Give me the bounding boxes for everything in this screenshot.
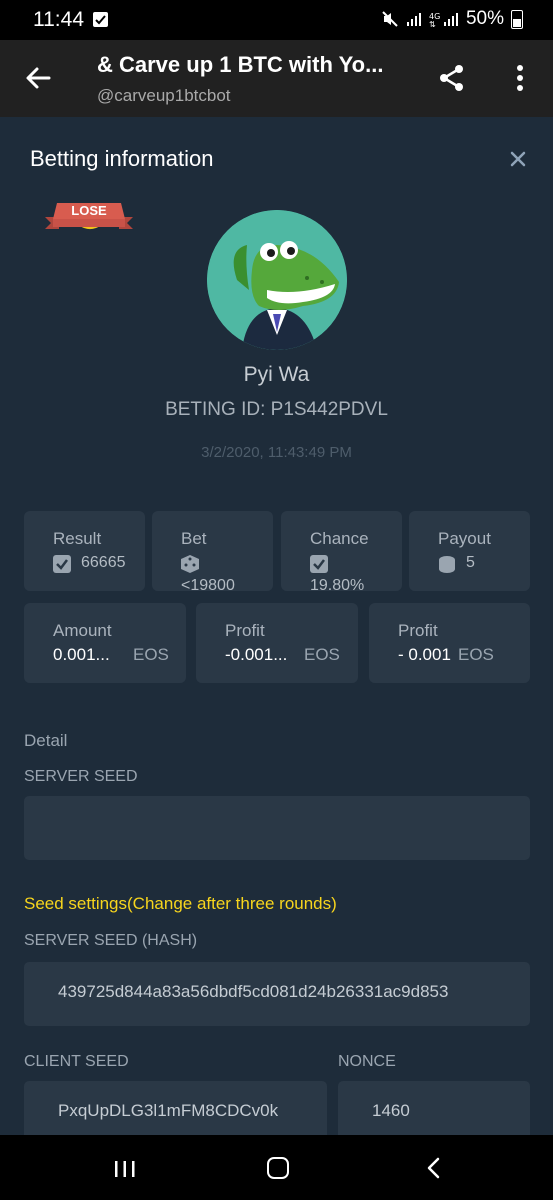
bet-label: Bet [181,529,207,548]
lose-badge: LOSE [45,203,133,241]
nav-back-icon[interactable] [425,1157,441,1179]
profit-label-2: Profit [398,621,438,640]
share-icon[interactable] [437,63,467,93]
profit-card: Profit -0.001... EOS [196,603,358,683]
client-seed-label: CLIENT SEED [24,1053,129,1070]
profit-card-2: Profit - 0.001 EOS [369,603,530,683]
mute-icon [382,11,398,27]
bet-card: Bet <19800 [152,511,273,594]
betting-info-panel: Betting information LOSE Pyi Wa BETING I… [0,117,553,1135]
nonce-label: NONCE [338,1053,396,1070]
svg-text:⇅: ⇅ [429,20,436,27]
bet-id: BETING ID: P1S442PDVL [165,399,388,420]
profit-value: -0.001... [225,645,288,664]
server-seed-hash-label: SERVER SEED (HASH) [24,932,198,949]
notification-check-icon [93,12,108,27]
system-nav-bar [0,1135,553,1200]
bot-username: @carveup1btcbot [97,86,231,105]
profit-unit-2: EOS [458,645,494,664]
more-vert-icon[interactable] [508,63,532,93]
chat-title[interactable]: & Carve up 1 BTC with Yo... [97,52,402,78]
status-time: 11:44 [33,8,84,31]
signal-icon [406,13,421,26]
amount-label: Amount [53,621,112,640]
server-seed-label: SERVER SEED [24,768,138,785]
profit-value-2: - 0.001 [398,645,451,664]
battery-percent: 50% [465,8,504,29]
client-seed-field[interactable]: PxqUpDLG3l1mFM8CDCv0k [24,1081,327,1135]
chance-label: Chance [310,529,369,548]
server-seed-hash-value: 439725d844a83a56dbdf5cd081d24b26331ac9d8… [58,982,449,1001]
result-card: Result 66665 [24,511,145,591]
server-seed-hash-field[interactable]: 439725d844a83a56dbdf5cd081d24b26331ac9d8… [24,962,530,1026]
result-label: Result [53,529,102,548]
dice-check-icon [310,555,328,573]
4g-signal-icon: 4G⇅ [429,12,458,27]
nonce-field[interactable]: 1460 [338,1081,530,1135]
result-value: 66665 [81,554,126,571]
recents-icon[interactable] [113,1159,137,1179]
close-icon[interactable] [508,149,528,169]
avatar [207,210,347,350]
badge-label: LOSE [71,203,107,218]
payout-label: Payout [438,529,491,548]
status-indicators: 4G ⇅ 50% [381,8,523,30]
panel-title: Betting information [30,146,214,171]
home-icon[interactable] [267,1157,289,1179]
seed-settings-note: Seed settings(Change after three rounds) [24,894,337,913]
chance-value: 19.80% [310,577,365,594]
client-seed-value: PxqUpDLG3l1mFM8CDCv0k [58,1101,279,1120]
profit-unit: EOS [304,645,340,664]
dice-check-icon [53,555,71,573]
back-arrow-icon[interactable] [22,62,54,94]
bet-value: <19800 [181,577,235,594]
amount-unit: EOS [133,645,169,664]
app-bar: & Carve up 1 BTC with Yo... @carveup1btc… [0,40,553,117]
amount-value: 0.001... [53,645,110,664]
payout-card: Payout 5 [409,511,530,591]
bet-timestamp: 3/2/2020, 11:43:49 PM [201,444,352,461]
user-name: Pyi Wa [243,363,310,386]
payout-value: 5 [466,554,475,571]
nonce-value: 1460 [372,1101,410,1120]
status-bar: 11:44 4G ⇅ 50% [0,0,553,40]
dice-icon [181,555,199,573]
battery-icon [511,9,523,29]
chance-card: Chance 19.80% [281,511,402,594]
profit-label: Profit [225,621,265,640]
coin-icon [439,556,455,573]
amount-card: Amount 0.001... EOS [24,603,186,683]
server-seed-field[interactable] [24,796,530,860]
detail-heading: Detail [24,731,68,750]
